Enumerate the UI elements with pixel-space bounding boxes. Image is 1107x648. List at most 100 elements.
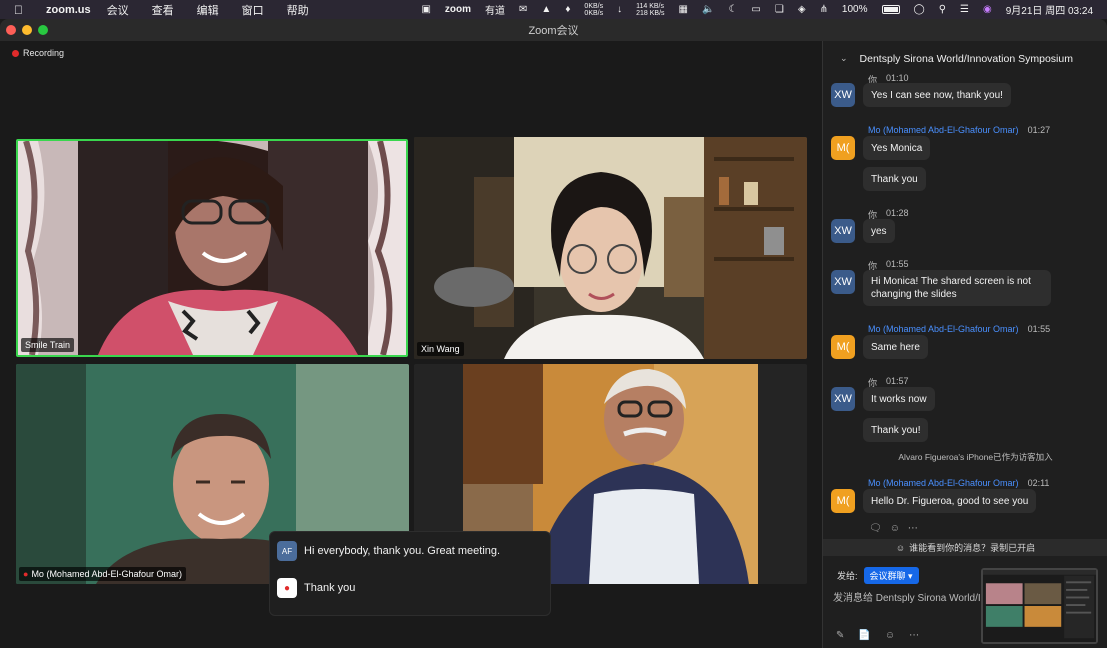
- net-speed-2: 114 KB/s 218 KB/s: [636, 3, 664, 17]
- sender-name: Mo (Mohamed Abd-El-Ghafour Omar): [868, 324, 1019, 334]
- video-feed: [414, 137, 807, 359]
- menu-window[interactable]: 窗口: [242, 2, 264, 18]
- display-icon[interactable]: ▭: [751, 4, 760, 15]
- emoji-icon[interactable]: ☺: [885, 630, 895, 641]
- recipient-dropdown[interactable]: 会议群聊 ▾: [863, 567, 919, 584]
- app-menu[interactable]: zoom.us: [46, 4, 91, 16]
- chevron-down-icon[interactable]: ⌄: [840, 53, 848, 64]
- zoom-status-item[interactable]: zoom: [445, 4, 471, 15]
- screen-share-status-icon[interactable]: ▣: [421, 4, 430, 15]
- close-button[interactable]: [6, 25, 16, 35]
- screen-preview-thumbnail[interactable]: [981, 568, 1098, 644]
- chat-bubble[interactable]: Thank you: [863, 167, 926, 191]
- avatar[interactable]: M(: [831, 335, 855, 359]
- video-tile-smile-train[interactable]: Smile Train: [16, 139, 408, 357]
- send-to-selector: 发给: 会议群聊 ▾: [837, 567, 919, 584]
- message-header: Mo (Mohamed Abd-El-Ghafour Omar) 02:11: [868, 478, 1049, 488]
- chat-header[interactable]: ⌄ Dentsply Sirona World/Innovation Sympo…: [823, 41, 1107, 76]
- chat-bubble[interactable]: yes: [863, 219, 895, 243]
- traffic-lights: [6, 25, 48, 35]
- timestamp: 01:55: [1027, 324, 1051, 334]
- recording-dot-icon: [12, 49, 19, 57]
- chat-bubble[interactable]: Yes I can see now, thank you!: [863, 83, 1011, 107]
- smile-train-logo-icon: ●: [283, 582, 291, 594]
- avatar[interactable]: XW: [831, 387, 855, 411]
- youdao-status-item[interactable]: 有道: [485, 2, 505, 17]
- mirror-icon[interactable]: ❏: [775, 4, 784, 15]
- menu-meeting[interactable]: 会议: [107, 2, 129, 18]
- cat-icon[interactable]: ♦: [565, 4, 570, 15]
- recording-label: Recording: [23, 48, 65, 58]
- avatar[interactable]: XW: [831, 219, 855, 243]
- timestamp: 01:27: [1027, 125, 1051, 135]
- chat-title: Dentsply Sirona World/Innovation Symposi…: [859, 52, 1073, 65]
- wechat-icon[interactable]: ✉: [519, 4, 527, 15]
- siri-icon[interactable]: ◉: [983, 4, 992, 15]
- avatar[interactable]: XW: [831, 83, 855, 107]
- maximize-button[interactable]: [38, 25, 48, 35]
- folder-icon[interactable]: ▲: [541, 4, 551, 15]
- chat-bubble[interactable]: Hi Monica! The shared screen is not chan…: [863, 270, 1051, 306]
- popup-message-row[interactable]: ● Thank you: [277, 578, 355, 598]
- system-message: Alvaro Figueroa's iPhone已作为访客加入: [898, 452, 1053, 462]
- chat-bubble[interactable]: Hello Dr. Figueroa, good to see you: [863, 489, 1037, 513]
- file-icon[interactable]: 📄: [858, 630, 870, 641]
- video-tile-xin-wang[interactable]: Xin Wang: [414, 137, 807, 359]
- participant-name-label: ● Mo (Mohamed Abd-El-Ghafour Omar): [19, 567, 186, 581]
- avatar[interactable]: M(: [831, 489, 855, 513]
- message-header: Mo (Mohamed Abd-El-Ghafour Omar) 01:55: [868, 324, 1050, 334]
- sender-name: Mo (Mohamed Abd-El-Ghafour Omar): [868, 125, 1019, 135]
- avatar: ●: [277, 578, 297, 598]
- wifi-icon[interactable]: ◈: [798, 4, 806, 15]
- reply-icon[interactable]: 🗨: [869, 523, 882, 534]
- recording-indicator[interactable]: Recording: [12, 48, 64, 58]
- avatar[interactable]: M(: [831, 136, 855, 160]
- preview-image: [983, 570, 1096, 642]
- volume-icon[interactable]: 🔈: [702, 4, 714, 15]
- net2-down: 218 KB/s: [636, 9, 665, 17]
- notice-text: 谁能看到你的消息？录制已开启: [909, 543, 1036, 553]
- sender-name: Mo (Mohamed Abd-El-Ghafour Omar): [868, 478, 1019, 488]
- video-feed: [18, 141, 406, 355]
- net-down: 0KB/s: [584, 9, 604, 17]
- chat-bubble[interactable]: It works now: [863, 387, 935, 411]
- menu-view[interactable]: 查看: [152, 2, 174, 18]
- apple-icon[interactable]: : [14, 3, 23, 17]
- chat-visibility-notice[interactable]: ☺ 谁能看到你的消息？录制已开启: [823, 539, 1107, 556]
- chat-bubble[interactable]: Yes Monica: [863, 136, 931, 160]
- scratch-icon[interactable]: ▦: [679, 4, 688, 15]
- spotlight-icon[interactable]: ⚲: [939, 4, 946, 15]
- battery-percent[interactable]: 100%: [842, 4, 868, 15]
- battery-icon[interactable]: [881, 5, 900, 14]
- minimize-button[interactable]: [22, 25, 32, 35]
- menu-edit[interactable]: 编辑: [197, 2, 219, 18]
- participant-name-text: Mo (Mohamed Abd-El-Ghafour Omar): [31, 569, 182, 579]
- zoom-window: Zoom会议 Recording Smile Train Xin Wang ● …: [0, 19, 1107, 648]
- avatar: AF: [277, 541, 297, 561]
- net-monitor-icon: ↓: [617, 4, 623, 15]
- chat-compose: 发给: 会议群聊 ▾ ✎ 📄 ☺ ⋯: [823, 556, 1107, 648]
- net-speed-1: 0KB/s 0KB/s: [584, 3, 603, 17]
- menu-help[interactable]: 帮助: [287, 2, 309, 18]
- timestamp: 02:11: [1027, 478, 1050, 488]
- more-icon[interactable]: ⋯: [908, 523, 918, 534]
- add-reaction-icon[interactable]: ☺: [890, 523, 900, 534]
- chat-bubble[interactable]: Thank you!: [863, 418, 929, 442]
- popup-message-row[interactable]: AF Hi everybody, thank you. Great meetin…: [277, 541, 500, 561]
- net-up: 0KB/s: [584, 2, 604, 10]
- avatar[interactable]: XW: [831, 270, 855, 294]
- user-icon[interactable]: ◯: [914, 4, 925, 15]
- chat-bubble[interactable]: Same here: [863, 335, 928, 359]
- format-icon[interactable]: ✎: [836, 630, 844, 641]
- more-icon[interactable]: ⋯: [909, 630, 919, 641]
- clock[interactable]: 9月21日 周四 03:24: [1006, 2, 1093, 17]
- chat-message-input[interactable]: [833, 589, 983, 607]
- control-center-icon[interactable]: ☰: [960, 4, 969, 15]
- participant-name-label: Smile Train: [21, 338, 75, 352]
- chat-preview-popup[interactable]: AF Hi everybody, thank you. Great meetin…: [269, 531, 551, 616]
- window-title: Zoom会议: [528, 25, 579, 37]
- bluetooth-icon[interactable]: ⋔: [820, 4, 828, 15]
- compose-toolbar: ✎ 📄 ☺ ⋯: [836, 630, 919, 641]
- moon-icon[interactable]: ☾: [728, 4, 737, 15]
- macos-menubar:  zoom.us 会议 查看 编辑 窗口 帮助 ▣ zoom 有道 ✉ ▲ ♦…: [0, 0, 1107, 19]
